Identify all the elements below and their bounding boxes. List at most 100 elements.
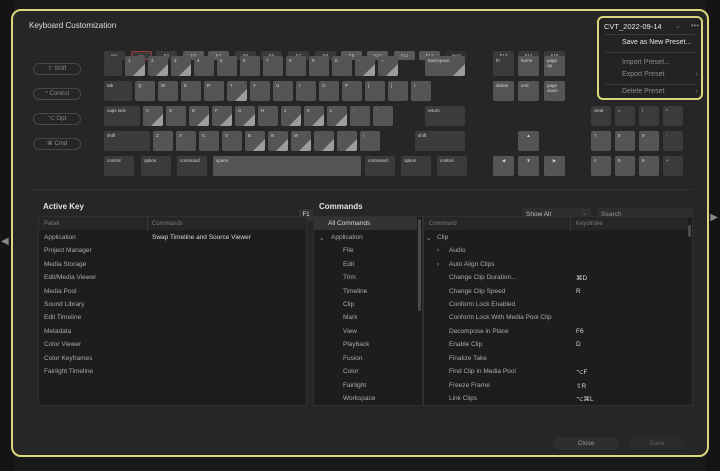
tree-fairlight[interactable]: Fairlight	[343, 382, 366, 389]
key-page-down[interactable]: page down	[544, 81, 565, 101]
tree-file[interactable]: File	[343, 247, 353, 254]
key-e[interactable]: E	[181, 81, 201, 101]
panel-row-color-viewer[interactable]: Color Viewer	[44, 341, 81, 348]
key-bracket-right[interactable]: ]	[388, 81, 408, 101]
key-equals[interactable]: =	[378, 56, 398, 76]
assigned-command[interactable]: Swap Timeline and Source Viewer	[152, 234, 251, 241]
key-7[interactable]: 7	[263, 56, 283, 76]
key-command-right[interactable]: command	[365, 156, 395, 176]
tree-color[interactable]: Color	[343, 368, 359, 375]
key-command-left[interactable]: command	[177, 156, 207, 176]
key-3[interactable]: 3	[171, 56, 191, 76]
arrow-up-key[interactable]: ▲	[518, 131, 539, 151]
numpad-9[interactable]: 9	[639, 131, 659, 151]
key-1[interactable]: 1	[125, 56, 145, 76]
keystroke-link-clips[interactable]: ⌥⌘L	[576, 395, 594, 403]
key-t[interactable]: T	[227, 81, 247, 101]
key-a[interactable]: A	[143, 106, 163, 126]
panel-row-media-pool[interactable]: Media Pool	[44, 288, 77, 295]
key-option-right[interactable]: option	[401, 156, 431, 176]
key-space[interactable]: space	[213, 156, 361, 176]
modifier-shift-button[interactable]: ⇧ Shift	[33, 63, 81, 75]
command-row-enable-clip[interactable]: Enable Clip	[449, 341, 482, 348]
key-tab[interactable]: tab	[104, 81, 132, 101]
panel-row-project-manager[interactable]: Project Manager	[44, 247, 92, 254]
key-quote[interactable]: '	[373, 106, 393, 126]
key-control-right[interactable]: control	[437, 156, 467, 176]
close-button[interactable]: Close	[553, 437, 619, 450]
key-g[interactable]: G	[235, 106, 255, 126]
key-semicolon[interactable]: ;	[350, 106, 370, 126]
key-bracket-left[interactable]: [	[365, 81, 385, 101]
panel-row-application[interactable]: Application	[44, 234, 76, 241]
panel-row-edit-timeline[interactable]: Edit Timeline	[44, 314, 81, 321]
keystroke-freeze-frame[interactable]: ⇧R	[576, 382, 586, 390]
menu-import-preset[interactable]: Import Preset...	[622, 59, 670, 66]
key-q[interactable]: Q	[135, 81, 155, 101]
tree-workspace[interactable]: Workspace	[343, 395, 375, 402]
key-delete[interactable]: delete	[493, 81, 514, 101]
key-period[interactable]: .	[337, 131, 357, 151]
numpad-plus[interactable]: +	[663, 156, 683, 176]
key-c[interactable]: C	[199, 131, 219, 151]
menu-save-as-new-preset[interactable]: Save as New Preset...	[622, 39, 691, 46]
command-row-clip[interactable]: Clip	[437, 234, 448, 241]
command-row-finalize-take[interactable]: Finalize Take	[449, 355, 487, 362]
arrow-down-key[interactable]: ▼	[518, 156, 539, 176]
panel-row-color-keyframes[interactable]: Color Keyframes	[44, 355, 92, 362]
keystroke-change-clip-duration[interactable]: ⌘D	[576, 274, 587, 282]
panel-row-media-storage[interactable]: Media Storage	[44, 261, 86, 268]
key-control-left[interactable]: control	[104, 156, 134, 176]
numpad-8[interactable]: 8	[615, 131, 635, 151]
command-row-freeze-frame[interactable]: Freeze Frame	[449, 382, 490, 389]
key-x[interactable]: X	[176, 131, 196, 151]
numpad-equals[interactable]: =	[615, 106, 635, 126]
panel-row-sound-library[interactable]: Sound Library	[44, 301, 84, 308]
tree-view[interactable]: View	[343, 328, 357, 335]
modifier-command-button[interactable]: ⌘ Cmd	[33, 138, 81, 150]
key-slash[interactable]: /	[360, 131, 380, 151]
numpad-7[interactable]: 7	[591, 131, 611, 151]
command-row-audio[interactable]: Audio	[449, 247, 466, 254]
tree-edit[interactable]: Edit	[343, 261, 354, 268]
tree-fusion[interactable]: Fusion	[343, 355, 363, 362]
numpad-clear[interactable]: clear	[591, 106, 611, 126]
key-s[interactable]: S	[166, 106, 186, 126]
key-w[interactable]: W	[158, 81, 178, 101]
key-home[interactable]: home	[518, 56, 539, 76]
tree-scrollbar[interactable]	[418, 219, 421, 311]
key-b[interactable]: B	[245, 131, 265, 151]
key-y[interactable]: Y	[250, 81, 270, 101]
menu-export-preset[interactable]: Export Preset	[622, 71, 664, 78]
key-u[interactable]: U	[273, 81, 293, 101]
numpad-5[interactable]: 5	[615, 156, 635, 176]
tree-mark[interactable]: Mark	[343, 314, 357, 321]
key-6[interactable]: 6	[240, 56, 260, 76]
tree-trim[interactable]: Trim	[343, 274, 356, 281]
more-options-icon[interactable]: •••	[691, 21, 699, 30]
modifier-option-button[interactable]: ⌥ Opt	[33, 113, 81, 125]
tree-clip[interactable]: Clip	[343, 301, 354, 308]
key-4[interactable]: 4	[194, 56, 214, 76]
key-minus[interactable]: -	[355, 56, 375, 76]
command-row-find-clip-in-media-pool[interactable]: Find Clip in Media Pool	[449, 368, 516, 375]
key-backslash[interactable]: \	[411, 81, 431, 101]
keystroke-decompose-in-place[interactable]: F6	[576, 328, 584, 335]
tree-playback[interactable]: Playback	[343, 341, 369, 348]
command-row-change-clip-duration[interactable]: Change Clip Duration...	[449, 274, 517, 281]
panel-row-metadata[interactable]: Metadata	[44, 328, 71, 335]
tree-application[interactable]: Application	[331, 234, 363, 241]
key-j[interactable]: J	[281, 106, 301, 126]
numpad-multiply[interactable]: *	[663, 106, 683, 126]
panel-row-edit-media-viewer[interactable]: Edit/Media Viewer	[44, 274, 96, 281]
key-backspace[interactable]: backspace	[425, 56, 465, 76]
command-row-conform-lock-media-pool[interactable]: Conform Lock With Media Pool Clip	[449, 314, 552, 321]
key-v[interactable]: V	[222, 131, 242, 151]
key-shift-left[interactable]: shift	[104, 131, 150, 151]
command-row-decompose-in-place[interactable]: Decompose in Place	[449, 328, 509, 335]
menu-delete-preset[interactable]: Delete Preset	[622, 88, 664, 95]
key-option-left[interactable]: option	[141, 156, 171, 176]
arrow-right-key[interactable]: ▶	[544, 156, 565, 176]
numpad-4[interactable]: 4	[591, 156, 611, 176]
commands-scrollbar[interactable]	[688, 225, 691, 237]
